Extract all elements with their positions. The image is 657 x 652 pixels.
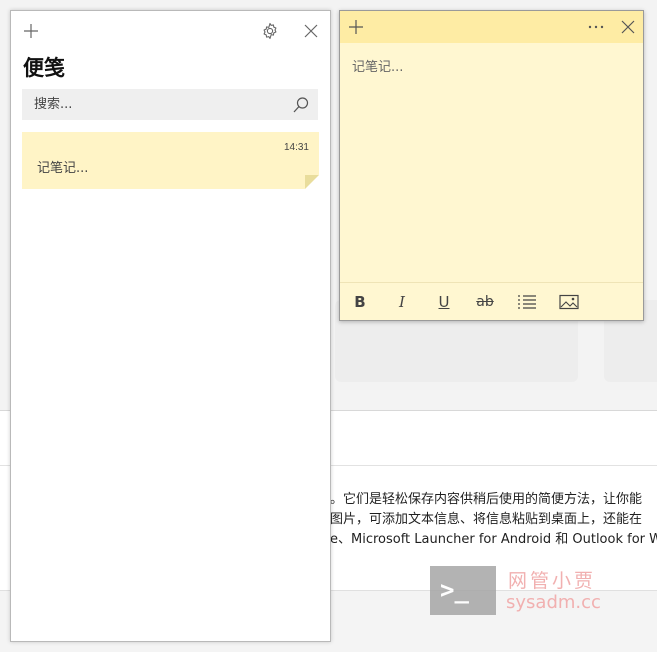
plus-icon[interactable] <box>346 17 366 37</box>
background-text-line: 图片，可添加文本信息、将信息粘贴到桌面上，还能在 <box>330 512 643 527</box>
watermark: >_ 网管小贾 sysadm.cc <box>430 566 657 616</box>
note-list-item[interactable]: 14:31 记笔记... <box>22 132 319 189</box>
note-timestamp: 14:31 <box>283 142 309 153</box>
note-title-bar[interactable] <box>340 11 643 43</box>
search-input[interactable] <box>22 89 282 120</box>
search-box <box>22 89 318 120</box>
strikethrough-button[interactable]: ab <box>473 291 497 313</box>
italic-button[interactable]: I <box>390 291 414 313</box>
page-title: 便笺 <box>23 56 65 80</box>
plus-icon[interactable] <box>21 21 41 41</box>
more-icon[interactable] <box>586 17 606 37</box>
underline-button[interactable]: U <box>432 291 456 313</box>
note-preview: 记笔记... <box>37 161 89 176</box>
image-icon[interactable] <box>557 291 581 313</box>
search-icon[interactable] <box>292 96 310 114</box>
terminal-prompt-icon: >_ <box>440 576 469 604</box>
page-fold-icon <box>305 175 319 189</box>
background-text-line: e、Microsoft Launcher for Android 和 Outlo… <box>330 532 657 547</box>
format-toolbar: B I U ab <box>340 282 643 321</box>
close-icon[interactable] <box>301 21 321 41</box>
gear-icon[interactable] <box>260 21 280 41</box>
sticky-notes-list-window: 便笺 14:31 记笔记... <box>10 10 331 642</box>
bold-button[interactable]: B <box>348 291 372 313</box>
background-text-line: 。它们是轻松保存内容供稍后使用的简便方法，让你能 <box>330 492 643 507</box>
watermark-url: sysadm.cc <box>506 592 601 613</box>
close-icon[interactable] <box>618 17 638 37</box>
watermark-logo: >_ <box>430 566 496 615</box>
list-icon[interactable] <box>515 291 539 313</box>
note-editor[interactable]: 记笔记... <box>352 56 403 75</box>
watermark-text: 网管小贾 <box>508 570 597 592</box>
sticky-note-window: 记笔记... B I U ab <box>339 10 644 321</box>
